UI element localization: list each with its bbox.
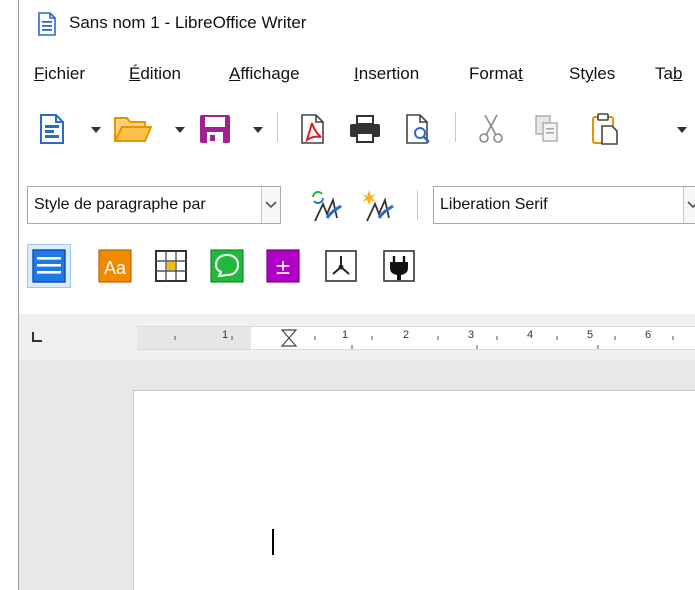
- ruler-number: 5: [587, 329, 594, 341]
- print-preview-icon: [406, 114, 430, 144]
- libreoffice-writer-window: Sans nom 1 - LibreOffice Writer Fichier …: [18, 0, 695, 590]
- print-preview-button[interactable]: [399, 100, 439, 158]
- window-title: Sans nom 1 - LibreOffice Writer: [69, 13, 307, 32]
- print-icon: [350, 115, 380, 143]
- ruler-number: 1: [222, 329, 229, 341]
- ruler-ticks: [174, 329, 674, 349]
- copy-button[interactable]: [527, 100, 567, 158]
- new-document-button[interactable]: [35, 100, 69, 158]
- toolbar-separator: [455, 112, 456, 142]
- comment-button[interactable]: [205, 244, 249, 288]
- save-dropdown-arrow[interactable]: [253, 127, 263, 133]
- comment-icon: [210, 249, 244, 283]
- tab-stop-icon[interactable]: [31, 330, 45, 344]
- font-name-value: Liberation Serif: [440, 196, 548, 213]
- update-style-icon: [312, 191, 342, 222]
- ruler-area: 1 1 2 3 4 5 6: [19, 314, 695, 360]
- menu-fichier[interactable]: Fichier: [34, 64, 85, 84]
- text-cursor: [272, 529, 274, 555]
- ruler-number: 4: [527, 329, 534, 341]
- formula-icon: ±: [266, 249, 300, 283]
- standard-toolbar: [19, 100, 695, 158]
- font-name-combobox[interactable]: Liberation Serif: [433, 186, 695, 224]
- draw-shape-button[interactable]: [319, 244, 363, 288]
- copy-icon: [535, 115, 558, 142]
- draw-shape-icon: [325, 250, 357, 282]
- new-document-icon: [40, 114, 64, 144]
- ruler-number: 1: [342, 329, 349, 341]
- extension-plug-icon: [383, 250, 415, 282]
- ruler-number: 6: [645, 329, 652, 341]
- toolbar-separator: [417, 190, 418, 220]
- print-button[interactable]: [345, 100, 385, 158]
- save-icon: [200, 115, 230, 143]
- menu-insertion[interactable]: Insertion: [354, 64, 419, 84]
- menu-edition[interactable]: Édition: [129, 64, 181, 84]
- paragraph-style-dropdown-button[interactable]: [261, 187, 280, 223]
- new-style-button[interactable]: [357, 180, 397, 232]
- paragraph-style-combobox[interactable]: Style de paragraphe par: [27, 186, 281, 224]
- open-dropdown-arrow[interactable]: [175, 127, 185, 133]
- ruler-number: 3: [468, 329, 475, 341]
- cut-icon: [479, 114, 503, 143]
- open-button[interactable]: [111, 100, 155, 158]
- sidebar-deck-toolbar: Aa ±: [19, 244, 695, 300]
- export-pdf-button[interactable]: [295, 100, 331, 158]
- title-bar: Sans nom 1 - LibreOffice Writer: [19, 0, 695, 48]
- menu-tableau[interactable]: Tab: [655, 64, 682, 84]
- chevron-down-icon: [687, 201, 695, 209]
- open-folder-icon: [113, 117, 153, 142]
- menu-styles[interactable]: Styles: [569, 64, 615, 84]
- menu-affichage[interactable]: Affichage: [229, 64, 300, 84]
- align-button[interactable]: [27, 244, 71, 288]
- chevron-down-icon: [265, 201, 277, 209]
- document-canvas: [19, 360, 695, 590]
- character-style-button[interactable]: Aa: [93, 244, 137, 288]
- new-dropdown-arrow[interactable]: [91, 127, 101, 133]
- toolbar-separator: [277, 112, 278, 142]
- character-style-icon: Aa: [98, 249, 132, 283]
- paste-dropdown-arrow[interactable]: [677, 127, 687, 133]
- svg-text:Aa: Aa: [104, 258, 127, 278]
- update-style-button[interactable]: [305, 180, 345, 232]
- svg-text:±: ±: [275, 255, 292, 279]
- menu-bar: Fichier Édition Affichage Insertion Form…: [19, 56, 695, 88]
- export-pdf-icon: [301, 114, 324, 144]
- paste-button[interactable]: [585, 100, 625, 158]
- extension-button[interactable]: [377, 244, 421, 288]
- save-button[interactable]: [195, 100, 235, 158]
- cut-button[interactable]: [471, 100, 511, 158]
- horizontal-ruler[interactable]: 1 1 2 3 4 5 6: [137, 326, 695, 350]
- paste-icon: [592, 113, 618, 145]
- ruler-number: 2: [403, 329, 410, 341]
- formula-button[interactable]: ±: [261, 244, 305, 288]
- new-style-icon: [362, 190, 394, 222]
- align-icon: [32, 249, 66, 283]
- table-icon: [155, 250, 187, 282]
- font-name-dropdown-button[interactable]: [683, 187, 695, 223]
- document-page[interactable]: [133, 390, 695, 590]
- formatting-toolbar: Style de paragraphe par Liberation Serif: [19, 180, 695, 232]
- table-button[interactable]: [149, 244, 193, 288]
- writer-app-icon: [38, 12, 56, 36]
- paragraph-style-value: Style de paragraphe par: [34, 196, 206, 213]
- menu-format[interactable]: Format: [469, 64, 523, 84]
